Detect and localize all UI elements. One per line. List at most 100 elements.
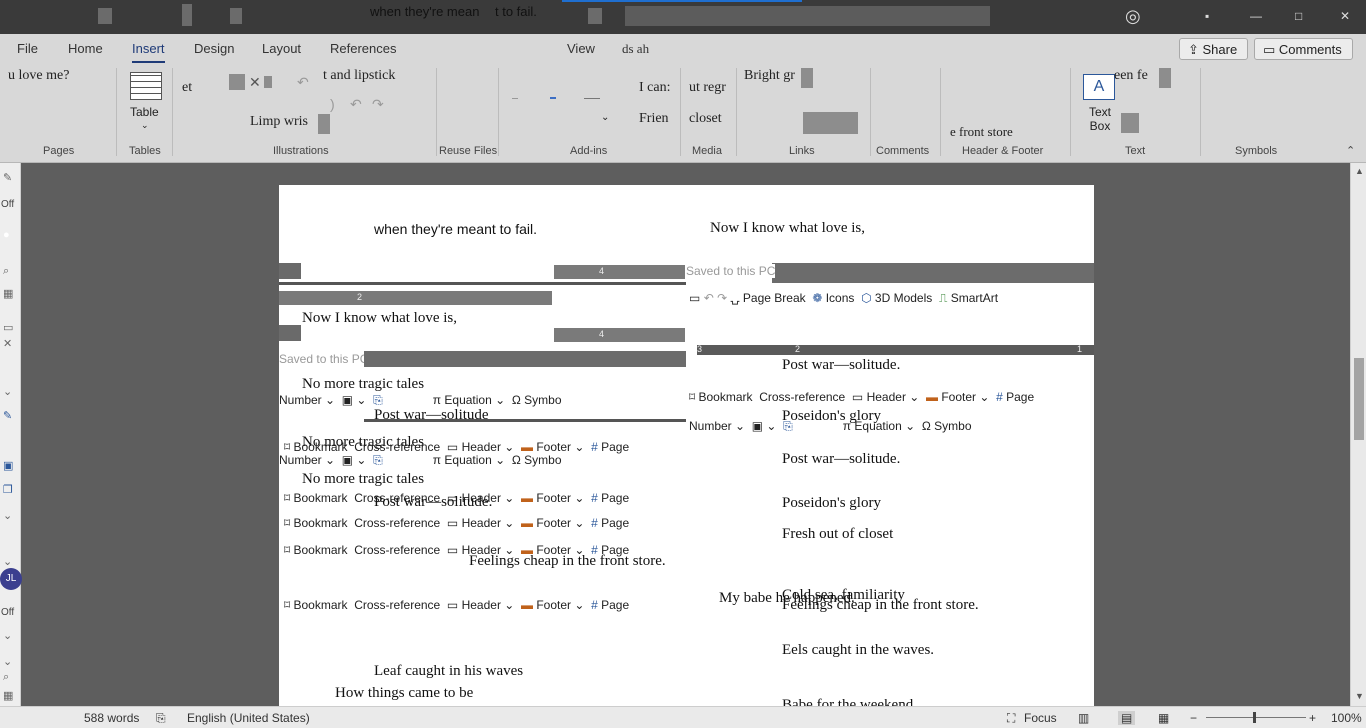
footer-button[interactable]: Footer [536,440,571,454]
cross-reference-button[interactable]: Cross-reference [354,516,440,530]
calendar-icon[interactable]: ▣ [3,459,13,472]
3d-models-button[interactable]: 3D Models [875,291,932,305]
chevron-down-icon[interactable]: ⌄ [3,655,12,668]
tab-home[interactable]: Home [68,41,103,56]
copy-icon[interactable]: ❐ [3,483,13,496]
tab-file[interactable]: File [17,41,38,56]
tab-references[interactable]: References [330,41,396,56]
page-number-button[interactable]: Page [601,491,629,505]
zoom-out-icon[interactable]: − [1190,711,1197,725]
edit-icon[interactable]: ✎ [3,171,12,184]
vertical-scrollbar[interactable]: ▲ ▼ [1350,163,1366,706]
number-button[interactable]: Number [279,393,322,407]
group-label-links: Links [789,145,815,157]
footer-button[interactable]: Footer [536,516,571,530]
page-number-button[interactable]: Page [601,440,629,454]
cross-reference-button[interactable]: Cross-reference [354,440,440,454]
minimize-icon[interactable]: — [1250,9,1262,23]
chevron-down-icon[interactable]: ⌄ [141,120,149,131]
symbol-button[interactable]: Symbo [934,419,971,433]
smartart-button[interactable]: SmartArt [951,291,998,305]
search-box[interactable] [625,6,990,26]
insert-strip: ▭ ↶ ↷ ⍽ Page Break ❁ Icons ⬡ 3D Models ⎍… [689,291,998,306]
page-number-button[interactable]: Page [601,516,629,530]
grid-icon[interactable]: ▦ [3,287,13,300]
scroll-down-icon[interactable]: ▼ [1355,691,1364,701]
text-box-label[interactable]: Text Box [1088,105,1112,133]
divider [1070,68,1071,156]
cross-reference-button[interactable]: Cross-reference [759,390,845,404]
search-icon[interactable]: ⌕ [3,265,9,278]
bookmark-button[interactable]: Bookmark [294,516,348,530]
tab-layout[interactable]: Layout [262,41,301,56]
bookmark-button[interactable]: Bookmark [294,598,348,612]
symbol-button[interactable]: Symbo [524,453,561,467]
zoom-in-icon[interactable]: + [1309,711,1316,725]
equation-button[interactable]: Equation [444,453,491,467]
maximize-icon[interactable]: □ [1295,9,1302,23]
grid-icon[interactable]: ▦ [3,689,13,702]
cross-reference-button[interactable]: Cross-reference [354,598,440,612]
header-button[interactable]: Header [462,440,501,454]
footer-button[interactable]: Footer [941,390,976,404]
ribbon-display-icon[interactable]: ▪ [1205,9,1209,23]
avatar[interactable]: JL [0,568,22,590]
focus-icon[interactable]: ⛶ [1007,711,1015,726]
chevron-down-icon[interactable]: ⌄ [3,555,12,568]
tab-insert[interactable]: Insert [132,41,165,63]
equation-button[interactable]: Equation [854,419,901,433]
doc-line: Now I know what love is, [710,220,865,236]
page-break-button[interactable]: Page Break [743,291,806,305]
zoom-slider-thumb[interactable] [1253,712,1256,723]
icons-button[interactable]: Icons [826,291,855,305]
table-label[interactable]: Table [130,105,159,119]
chevron-down-icon[interactable]: ⌄ [3,385,12,398]
language[interactable]: English (United States) [187,711,310,725]
cross-reference-button[interactable]: Cross-reference [354,543,440,557]
print-layout-icon[interactable]: ▤ [1118,711,1136,725]
header-button[interactable]: Header [867,390,906,404]
proofing-icon[interactable]: ⎘ [156,711,166,726]
close-icon[interactable]: ✕ [1340,9,1350,23]
equation-button[interactable]: Equation [444,393,491,407]
read-mode-icon[interactable]: ▥ [1078,711,1089,725]
scroll-up-icon[interactable]: ▲ [1355,166,1364,176]
restore-icon[interactable]: ▭ [3,321,13,334]
number-button[interactable]: Number [689,419,732,433]
close-icon[interactable]: ✕ [3,337,12,350]
bookmark-button[interactable]: Bookmark [294,543,348,557]
header-button[interactable]: Header [462,516,501,530]
footer-button[interactable]: Footer [536,491,571,505]
text-box-icon[interactable]: A [1083,74,1115,100]
share-button[interactable]: ⇪ Share [1179,38,1248,60]
ruler-number: 1 [1077,344,1083,354]
zoom-level[interactable]: 100% [1331,711,1362,725]
web-layout-icon[interactable]: ▦ [1158,711,1169,725]
table-icon[interactable] [130,72,162,100]
document-page[interactable]: when they're meant to fail. Now I know w… [279,185,1094,707]
share-circle-icon[interactable]: ◎ [1125,6,1141,27]
zoom-slider[interactable] [1206,717,1306,718]
bookmark-button[interactable]: Bookmark [699,390,753,404]
number-button[interactable]: Number [279,453,322,467]
focus-button[interactable]: Focus [1024,711,1057,725]
chevron-down-icon[interactable]: ⌄ [3,509,12,522]
group-label-text: Text [1125,145,1146,157]
comments-button[interactable]: ▭ Comments [1254,38,1353,60]
word-count[interactable]: 588 words [84,711,139,725]
collapse-ribbon-icon[interactable]: ⌃ [1346,144,1355,157]
header-button[interactable]: Header [462,598,501,612]
search-icon[interactable]: ⌕ [3,671,9,684]
scroll-thumb[interactable] [1354,358,1364,440]
tab-view[interactable]: View [567,41,595,56]
symbol-button[interactable]: Symbo [524,393,561,407]
bookmark-button[interactable]: Bookmark [294,491,348,505]
chevron-down-icon[interactable]: ⌄ [3,629,12,642]
bookmark-button[interactable]: Bookmark [294,440,348,454]
chevron-down-icon[interactable]: ⌄ [601,112,609,123]
tab-design[interactable]: Design [194,41,234,56]
page-number-button[interactable]: Page [1006,390,1034,404]
editor-icon[interactable]: ✎ [3,409,12,422]
footer-button[interactable]: Footer [536,598,571,612]
page-number-button[interactable]: Page [601,598,629,612]
